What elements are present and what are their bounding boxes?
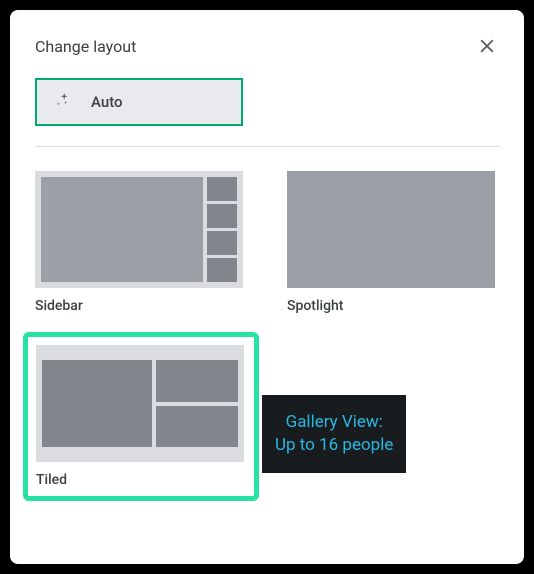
close-icon[interactable]	[475, 34, 499, 58]
layout-option-spotlight[interactable]: Spotlight	[287, 171, 499, 314]
layout-option-tiled[interactable]: Tiled	[23, 332, 259, 501]
sidebar-preview	[35, 171, 243, 288]
auto-label: Auto	[91, 93, 123, 111]
layout-option-sidebar[interactable]: Sidebar	[35, 171, 247, 314]
auto-layout-button[interactable]: Auto	[35, 78, 243, 126]
dialog-title: Change layout	[35, 37, 136, 56]
divider	[35, 146, 499, 147]
tooltip-line2: Up to 16 people	[275, 434, 393, 457]
tooltip-line1: Gallery View:	[275, 411, 393, 434]
tiled-preview	[36, 345, 244, 462]
spotlight-label: Spotlight	[287, 298, 499, 314]
sparkle-icon	[55, 92, 75, 112]
tooltip: Gallery View: Up to 16 people	[262, 395, 406, 473]
change-layout-dialog: Change layout Auto	[10, 10, 524, 564]
tiled-label: Tiled	[36, 472, 246, 488]
dialog-header: Change layout	[35, 34, 499, 58]
sidebar-label: Sidebar	[35, 298, 247, 314]
spotlight-preview	[287, 171, 495, 288]
